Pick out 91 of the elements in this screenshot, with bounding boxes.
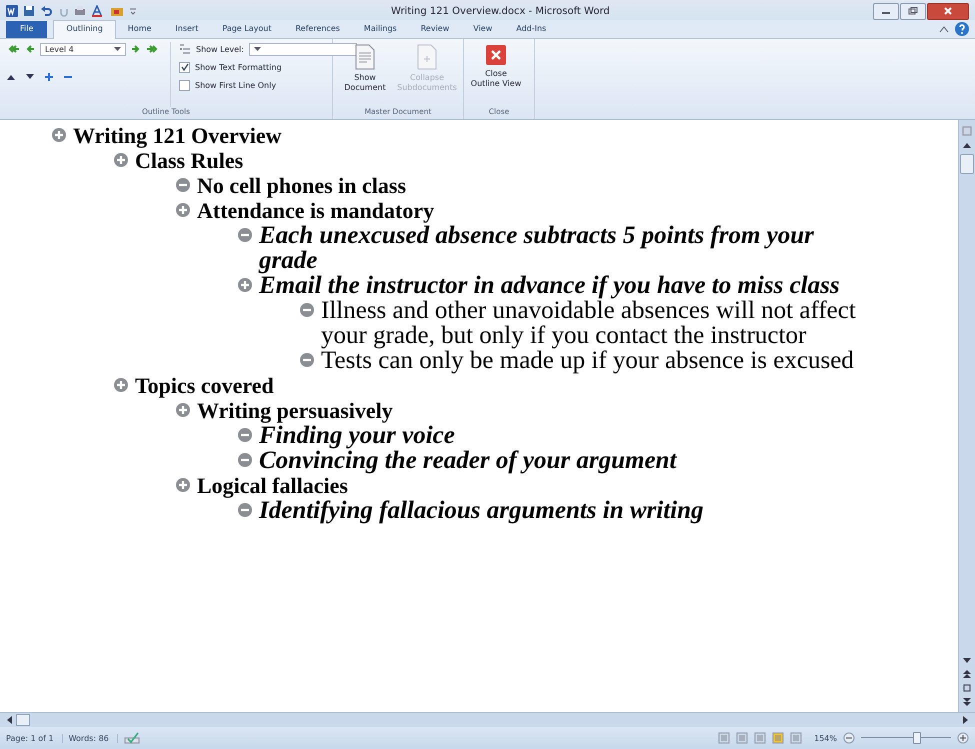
previous-page-icon[interactable] [963, 670, 971, 678]
promote-icon[interactable] [25, 43, 35, 55]
outline-text: Identifying fallacious arguments in writing [259, 498, 704, 523]
outline-text: Class Rules [135, 148, 244, 173]
collapse-icon[interactable] [238, 228, 252, 242]
file-tab[interactable]: File [6, 21, 48, 38]
demote-to-body-text-icon[interactable] [146, 43, 160, 55]
save-icon[interactable] [23, 5, 35, 17]
proofing-icon[interactable] [124, 732, 140, 744]
outline-text: No cell phones in class [197, 173, 406, 198]
show-level-label: Show Level: [196, 44, 244, 54]
checkbox-label: Show Text Formatting [195, 62, 282, 72]
dropdown-arrow-icon [254, 47, 261, 51]
outline-level-dropdown[interactable]: Level 4 [40, 42, 126, 56]
collapse-icon[interactable] [300, 353, 314, 367]
outline-text: Finding your voice [259, 423, 455, 448]
collapse-icon[interactable] [238, 453, 252, 467]
outline-text: Topics covered [135, 373, 274, 398]
web-layout-icon[interactable] [754, 732, 766, 744]
zoom-in-icon[interactable] [957, 732, 969, 744]
restore-icon [908, 7, 918, 15]
show-document-button[interactable]: Show Document [339, 42, 391, 107]
outline-text: Convincing the reader of your argument [259, 448, 676, 473]
scroll-right-icon[interactable] [963, 716, 969, 724]
outline-text: Writing 121 Overview [73, 123, 282, 148]
move-up-icon[interactable] [6, 73, 16, 81]
draft-view-icon[interactable] [790, 732, 802, 744]
checkbox[interactable] [179, 80, 190, 90]
print-icon[interactable] [74, 5, 86, 17]
outline-text: Attendance is mandatory [197, 198, 434, 223]
outline-view-icon[interactable] [772, 732, 784, 744]
undo-icon[interactable] [40, 5, 54, 17]
ruler-icon[interactable] [962, 126, 972, 136]
outline-text: Tests can only be made up if your absence is excused [321, 348, 854, 373]
close-icon [485, 44, 507, 66]
scroll-up-icon[interactable] [963, 142, 971, 148]
help-icon[interactable] [955, 22, 969, 36]
document-icon [416, 44, 438, 70]
ribbon-tab[interactable]: Mailings [352, 21, 409, 38]
ribbon-tab[interactable]: Review [408, 21, 462, 38]
dropdown-arrow-icon [114, 47, 121, 51]
page-count[interactable]: Page: 1 of 1 [6, 734, 63, 742]
ribbon-tab[interactable]: References [283, 21, 352, 38]
outline-text: Email the instructor in advance if you have to miss class [259, 273, 840, 298]
show-level-icon [179, 43, 191, 55]
outline-text: Each unexcused absence subtracts 5 points from your grade [259, 223, 815, 273]
zoom-out-icon[interactable] [843, 732, 855, 744]
ribbon-tab[interactable]: Home [116, 21, 164, 38]
outline-text: Logical fallacies [197, 473, 348, 498]
print-layout-view-icon[interactable] [718, 732, 730, 744]
folder-icon[interactable] [110, 5, 124, 17]
checkmark-icon [180, 63, 188, 71]
zoom-level[interactable]: 154% [814, 734, 837, 742]
ribbon-tab[interactable]: Insert [163, 21, 210, 38]
close-button[interactable] [927, 2, 969, 20]
collapse-icon[interactable] [238, 428, 252, 442]
window-title: Writing 121 Overview.docx - Microsoft Word [390, 6, 611, 16]
outline-text: Writing persuasively [197, 398, 393, 423]
collapse-icon[interactable] [238, 503, 252, 517]
ribbon-tab[interactable]: Outlining [53, 20, 116, 39]
expand-icon[interactable] [44, 72, 54, 82]
font-color-icon[interactable] [91, 5, 105, 17]
scroll-down-icon[interactable] [963, 658, 971, 664]
outline-text: Illness and other unavoidable absences will not affect your grade, but only if you contact the instructor [321, 298, 857, 348]
close-outline-view-button[interactable]: Close Outline View [470, 42, 522, 107]
select-browse-object-icon[interactable] [963, 684, 971, 692]
collapse-icon[interactable] [176, 178, 190, 192]
ribbon-tab[interactable]: Page Layout [210, 21, 284, 38]
move-down-icon[interactable] [25, 73, 35, 81]
vertical-scrollbar[interactable] [958, 120, 975, 712]
word-count[interactable]: Words: 86 [68, 734, 118, 742]
scroll-thumb[interactable] [16, 714, 30, 726]
collapse-ribbon-icon[interactable] [939, 25, 949, 33]
checkbox[interactable] [179, 62, 190, 72]
scroll-thumb[interactable] [960, 154, 974, 174]
minimize-button[interactable] [873, 2, 899, 20]
next-page-icon[interactable] [963, 698, 971, 706]
word-logo-icon[interactable] [6, 5, 18, 17]
ribbon-tab[interactable]: View [461, 21, 504, 38]
horizontal-scrollbar[interactable] [0, 712, 975, 727]
demote-icon[interactable] [131, 43, 141, 55]
restore-button[interactable] [900, 2, 926, 20]
ribbon-tab[interactable]: Add-Ins [504, 21, 558, 38]
promote-to-heading-icon[interactable] [6, 43, 20, 55]
full-screen-reading-icon[interactable] [736, 732, 748, 744]
document-icon [354, 44, 376, 70]
collapse-icon[interactable] [300, 303, 314, 317]
close-icon [943, 7, 953, 15]
show-level-dropdown[interactable] [248, 42, 357, 56]
checkbox-label: Show First Line Only [195, 80, 276, 90]
scroll-left-icon[interactable] [6, 716, 12, 724]
